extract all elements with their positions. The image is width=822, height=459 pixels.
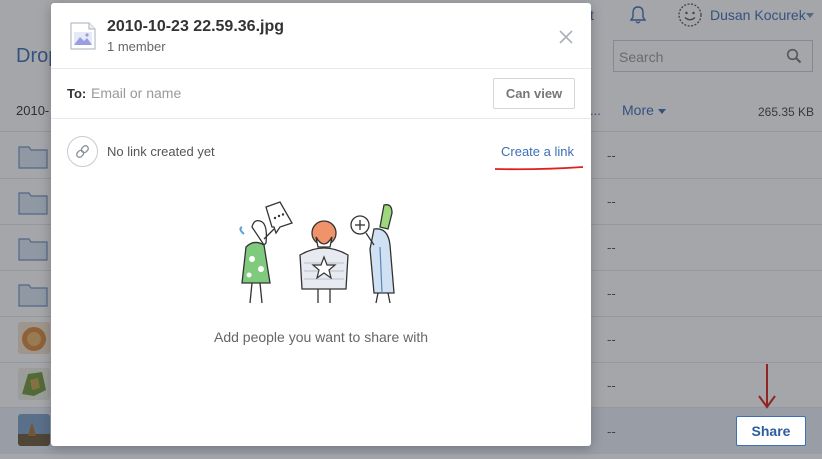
empty-state-message: Add people you want to share with (213, 329, 429, 345)
annotation-underline (494, 166, 584, 171)
link-row: No link created yet Create a link (51, 119, 591, 183)
image-file-icon (70, 22, 96, 50)
member-count: 1 member (107, 39, 166, 54)
create-link-button[interactable]: Create a link (501, 144, 574, 159)
share-button[interactable]: Share (736, 416, 806, 446)
to-label: To: (67, 86, 87, 101)
permission-dropdown[interactable]: Can view (493, 78, 575, 109)
link-status-badge (67, 136, 98, 167)
dialog-file-name: 2010-10-23 22.59.36.jpg (107, 18, 285, 35)
invite-row: To: Can view (51, 69, 591, 119)
link-icon (76, 145, 89, 158)
dialog-header: 2010-10-23 22.59.36.jpg 1 member (51, 3, 591, 69)
people-sharing-illustration (239, 201, 395, 304)
invite-email-input[interactable] (91, 80, 481, 106)
link-status-text: No link created yet (107, 144, 215, 159)
share-dialog: 2010-10-23 22.59.36.jpg 1 member To: Can… (51, 3, 591, 446)
close-icon[interactable] (559, 30, 573, 44)
